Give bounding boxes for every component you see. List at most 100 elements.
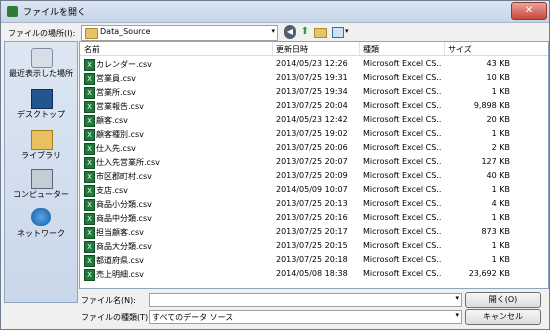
file-size: 2 KB: [491, 143, 510, 152]
file-name: 顧客.csv: [96, 116, 128, 125]
file-row[interactable]: X 営業報告.csv 2013/07/25 20:04 Microsoft Excel…: [80, 99, 548, 113]
file-size: 43 KB: [486, 59, 510, 68]
file-size: 127 KB: [481, 157, 510, 166]
place-label: コンピューター: [13, 190, 69, 199]
file-row[interactable]: X 商品小分類.csv 2013/07/25 20:13 Microsoft Exce…: [80, 197, 548, 211]
up-folder-button[interactable]: ⬆: [299, 25, 311, 39]
file-name: 営業報告.csv: [96, 102, 144, 111]
file-size: 1 KB: [491, 255, 510, 264]
place-computer[interactable]: コンピューター: [5, 167, 77, 207]
cancel-button[interactable]: キャンセル: [465, 309, 541, 325]
file-name: 担当顧客.csv: [96, 228, 144, 237]
place-label: デスクトップ: [17, 110, 65, 119]
file-name: 都道府県.csv: [96, 256, 144, 265]
file-row[interactable]: X カレンダー.csv 2014/05/23 12:26 Microsoft Exce…: [80, 57, 548, 71]
excel-csv-icon: X: [84, 59, 95, 71]
file-size: 1 KB: [491, 129, 510, 138]
file-row[interactable]: X 担当顧客.csv 2013/07/25 20:17 Microsoft Excel…: [80, 225, 548, 239]
column-header-size[interactable]: サイズ: [448, 44, 472, 55]
file-date: 2013/07/25 20:07: [276, 157, 348, 166]
filename-input[interactable]: ▾: [149, 293, 462, 307]
chevron-down-icon[interactable]: ▾: [455, 311, 459, 319]
network-icon: [31, 208, 51, 226]
file-row[interactable]: X 都道府県.csv 2013/07/25 20:18 Microsoft Excel…: [80, 253, 548, 267]
place-desktop[interactable]: デスクトップ: [5, 87, 77, 127]
file-row[interactable]: X 営業所.csv 2013/07/25 19:34 Microsoft Excel …: [80, 85, 548, 99]
file-date: 2014/05/23 12:42: [276, 115, 348, 124]
location-dropdown[interactable]: Data_Source ▾: [81, 25, 278, 41]
filename-label: ファイル名(N):: [81, 296, 136, 305]
excel-app-icon: [7, 6, 18, 17]
file-row[interactable]: X 顧客種別.csv 2013/07/25 19:02 Microsoft Excel…: [80, 127, 548, 141]
column-divider[interactable]: [444, 42, 445, 55]
file-size: 40 KB: [486, 171, 510, 180]
open-file-dialog: ファイルを開く ✕ ファイルの場所(I): Data_Source ▾ ◀ ⬆ …: [0, 0, 550, 330]
file-date: 2013/07/25 20:15: [276, 241, 348, 250]
file-row[interactable]: X 市区郡町村.csv 2013/07/25 20:09 Microsoft Exce…: [80, 169, 548, 183]
file-date: 2013/07/25 20:06: [276, 143, 348, 152]
place-library[interactable]: ライブラリ: [5, 128, 77, 168]
file-date: 2014/05/09 10:07: [276, 185, 348, 194]
filetype-value: すべてのデータ ソース: [152, 313, 234, 322]
excel-csv-icon: X: [84, 101, 95, 113]
file-name: 商品大分類.csv: [96, 242, 152, 251]
title-bar: ファイルを開く ✕: [1, 1, 549, 23]
file-date: 2014/05/08 18:38: [276, 269, 348, 278]
file-row[interactable]: X 仕入先営業所.csv 2013/07/25 20:07 Microsoft Exc…: [80, 155, 548, 169]
file-name: 商品中分類.csv: [96, 214, 152, 223]
view-icon: [332, 27, 344, 38]
file-date: 2013/07/25 20:16: [276, 213, 348, 222]
column-divider[interactable]: [359, 42, 360, 55]
computer-icon: [31, 169, 53, 189]
filetype-select[interactable]: すべてのデータ ソース ▾: [149, 310, 462, 324]
file-size: 1 KB: [491, 241, 510, 250]
file-row[interactable]: X 商品中分類.csv 2013/07/25 20:16 Microsoft Exce…: [80, 211, 548, 225]
file-date: 2013/07/25 19:34: [276, 87, 348, 96]
file-date: 2013/07/25 20:13: [276, 199, 348, 208]
file-row[interactable]: X 支店.csv 2014/05/09 10:07 Microsoft Excel C…: [80, 183, 548, 197]
file-size: 20 KB: [486, 115, 510, 124]
file-row[interactable]: X 顧客.csv 2014/05/23 12:42 Microsoft Excel C…: [80, 113, 548, 127]
file-date: 2013/07/25 20:04: [276, 101, 348, 110]
new-folder-button[interactable]: [313, 25, 327, 39]
column-header-name[interactable]: 名前: [84, 44, 100, 55]
file-row[interactable]: X 仕入先.csv 2013/07/25 20:06 Microsoft Excel …: [80, 141, 548, 155]
column-header-date[interactable]: 更新日時: [276, 44, 308, 55]
location-label: ファイルの場所(I):: [8, 29, 76, 38]
view-menu-button[interactable]: ▾: [331, 25, 353, 39]
excel-csv-icon: X: [84, 269, 95, 281]
column-header-type[interactable]: 種類: [363, 44, 379, 55]
chevron-down-icon[interactable]: ▾: [455, 294, 459, 302]
open-button[interactable]: 開く(O): [465, 292, 541, 308]
file-name: 仕入先.csv: [96, 144, 136, 153]
back-button[interactable]: ◀: [284, 25, 296, 39]
excel-csv-icon: X: [84, 143, 95, 155]
file-name: 営業所.csv: [96, 88, 136, 97]
desktop-icon: [31, 89, 53, 109]
place-recent[interactable]: 最近表示した場所: [5, 46, 77, 86]
file-list[interactable]: 名前 更新日時 種類 サイズ X カレンダー.csv 2014/05/23 12:2…: [79, 41, 549, 289]
new-folder-icon: [314, 28, 327, 38]
file-name: 売上明細.csv: [96, 270, 144, 279]
excel-csv-icon: X: [84, 73, 95, 85]
excel-csv-icon: X: [84, 115, 95, 127]
folder-icon: [85, 28, 98, 39]
file-row[interactable]: X 売上明細.csv 2014/05/08 18:38 Microsoft Excel…: [80, 267, 548, 281]
column-divider[interactable]: [272, 42, 273, 55]
place-network[interactable]: ネットワーク: [5, 206, 77, 246]
file-date: 2013/07/25 20:17: [276, 227, 348, 236]
close-button[interactable]: ✕: [511, 2, 547, 20]
chevron-down-icon[interactable]: ▾: [271, 27, 275, 35]
file-row[interactable]: X 商品大分類.csv 2013/07/25 20:15 Microsoft Exce…: [80, 239, 548, 253]
file-row[interactable]: X 営業員.csv 2013/07/25 19:31 Microsoft Excel …: [80, 71, 548, 85]
location-value: Data_Source: [100, 27, 151, 36]
file-name: カレンダー.csv: [96, 60, 152, 69]
file-date: 2013/07/25 19:31: [276, 73, 348, 82]
dialog-title: ファイルを開く: [23, 8, 87, 18]
file-date: 2013/07/25 20:18: [276, 255, 348, 264]
recent-places-icon: [31, 48, 53, 68]
file-size: 23,692 KB: [468, 269, 510, 278]
excel-csv-icon: X: [84, 199, 95, 211]
excel-csv-icon: X: [84, 171, 95, 183]
file-size: 873 KB: [481, 227, 510, 236]
